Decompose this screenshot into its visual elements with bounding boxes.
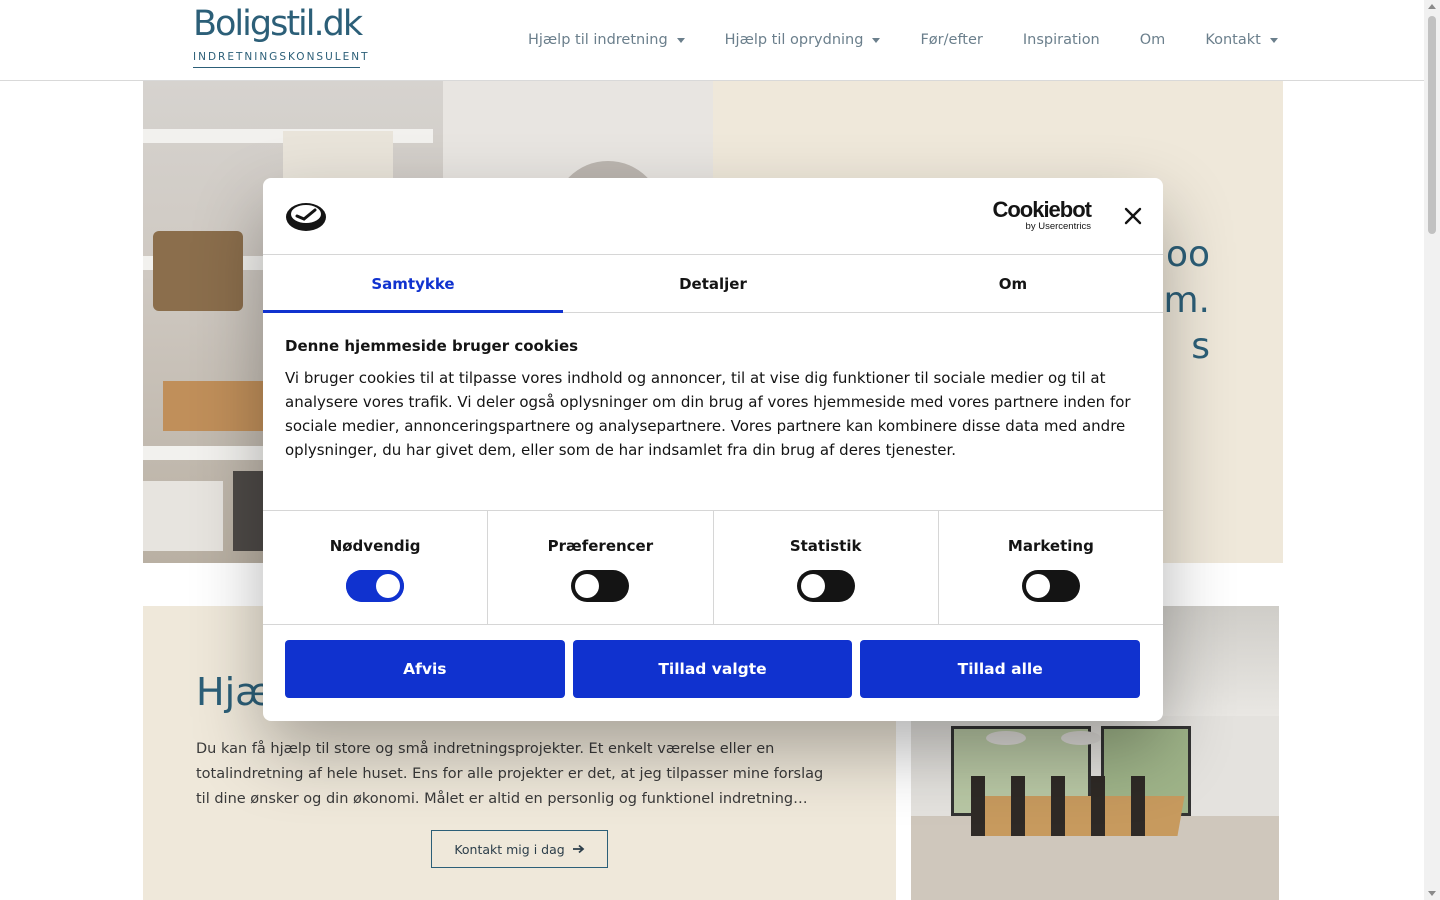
close-icon[interactable] xyxy=(1121,204,1145,228)
cookie-dialog-body: Denne hjemmeside bruger cookies Vi bruge… xyxy=(285,337,1145,462)
nav-item-label: Hjælp til indretning xyxy=(528,32,668,48)
nav-item-kontakt[interactable]: Kontakt xyxy=(1205,30,1278,50)
site-logo[interactable]: Boligstil.dk INDRETNINGSKONSULENT xyxy=(193,4,368,68)
statistics-toggle[interactable] xyxy=(796,570,855,602)
contact-me-label: Kontakt mig i dag xyxy=(454,841,565,857)
cookie-icon xyxy=(286,203,326,231)
allow-selected-button[interactable]: Tillad valgte xyxy=(572,640,853,698)
toggle-cell-noedvendig: Nødvendig xyxy=(263,511,489,624)
marketing-toggle[interactable] xyxy=(1021,570,1080,602)
nav-item-om[interactable]: Om xyxy=(1140,30,1166,50)
toggle-label: Statistik xyxy=(789,537,862,555)
cookie-dialog-tabs: Samtykke Detaljer Om xyxy=(263,255,1163,313)
toggle-cell-praeferencer: Præferencer xyxy=(488,511,714,624)
logo-tagline: INDRETNINGSKONSULENT xyxy=(193,51,368,68)
scroll-up-arrow-icon[interactable] xyxy=(1428,4,1436,9)
allow-all-button[interactable]: Tillad alle xyxy=(860,640,1141,698)
page-scrollbar[interactable] xyxy=(1424,0,1440,900)
toggle-cell-marketing: Marketing xyxy=(939,511,1163,624)
chevron-down-icon xyxy=(676,37,685,43)
cookie-dialog-text: Vi bruger cookies til at tilpasse vores … xyxy=(285,369,1131,459)
tab-detaljer[interactable]: Detaljer xyxy=(563,255,863,312)
toggle-label: Marketing xyxy=(1007,537,1094,555)
cookie-consent-dialog: Cookiebot by Usercentrics Samtykke Detal… xyxy=(263,178,1163,721)
preferences-toggle[interactable] xyxy=(571,570,630,602)
nav-item-hjaelp-oprydning[interactable]: Hjælp til oprydning xyxy=(725,30,881,50)
necessary-toggle[interactable] xyxy=(346,570,405,602)
nav-item-hjaelp-indretning[interactable]: Hjælp til indretning xyxy=(528,30,685,50)
tab-samtykke[interactable]: Samtykke xyxy=(263,255,563,313)
site-header: Boligstil.dk INDRETNINGSKONSULENT Hjælp … xyxy=(0,0,1424,81)
decline-button[interactable]: Afvis xyxy=(285,640,565,698)
cookie-dialog-header: Cookiebot by Usercentrics xyxy=(263,178,1163,255)
nav-item-label: Kontakt xyxy=(1205,32,1261,48)
nav-item-label: Før/efter xyxy=(920,32,983,48)
cookiebot-logo: Cookiebot by Usercentrics xyxy=(989,197,1092,232)
cookie-dialog-title: Denne hjemmeside bruger cookies xyxy=(285,337,579,355)
toggle-label: Præferencer xyxy=(547,537,654,555)
arrow-right-icon xyxy=(572,844,585,854)
nav-item-label: Inspiration xyxy=(1022,32,1100,48)
contact-me-button[interactable]: Kontakt mig i dag xyxy=(431,830,608,868)
scroll-down-arrow-icon[interactable] xyxy=(1428,891,1436,896)
scrollbar-thumb[interactable] xyxy=(1428,16,1436,234)
tab-om[interactable]: Om xyxy=(863,255,1163,312)
main-nav: Hjælp til indretning Hjælp til oprydning… xyxy=(528,30,1278,50)
toggle-cell-statistik: Statistik xyxy=(714,511,939,624)
cookie-category-toggles: Nødvendig Præferencer Statistik Marketin… xyxy=(263,510,1163,625)
services-description: Du kan få hjælp til store og små indretn… xyxy=(196,741,824,807)
toggle-label: Nødvendig xyxy=(329,537,421,555)
chevron-down-icon xyxy=(1269,37,1278,43)
logo-wordmark: Boligstil.dk xyxy=(193,4,363,44)
nav-item-inspiration[interactable]: Inspiration xyxy=(1023,30,1100,50)
nav-item-label: Om xyxy=(1139,32,1166,48)
chevron-down-icon xyxy=(872,37,881,43)
nav-item-label: Hjælp til oprydning xyxy=(724,32,864,48)
nav-item-foer-efter[interactable]: Før/efter xyxy=(920,30,982,50)
cookiebot-byline: by Usercentrics xyxy=(1025,221,1091,232)
services-heading: Hjæ xyxy=(196,670,273,714)
cookie-dialog-actions: Afvis Tillad valgte Tillad alle xyxy=(285,640,1141,698)
cookiebot-wordmark: Cookiebot xyxy=(992,197,1092,222)
